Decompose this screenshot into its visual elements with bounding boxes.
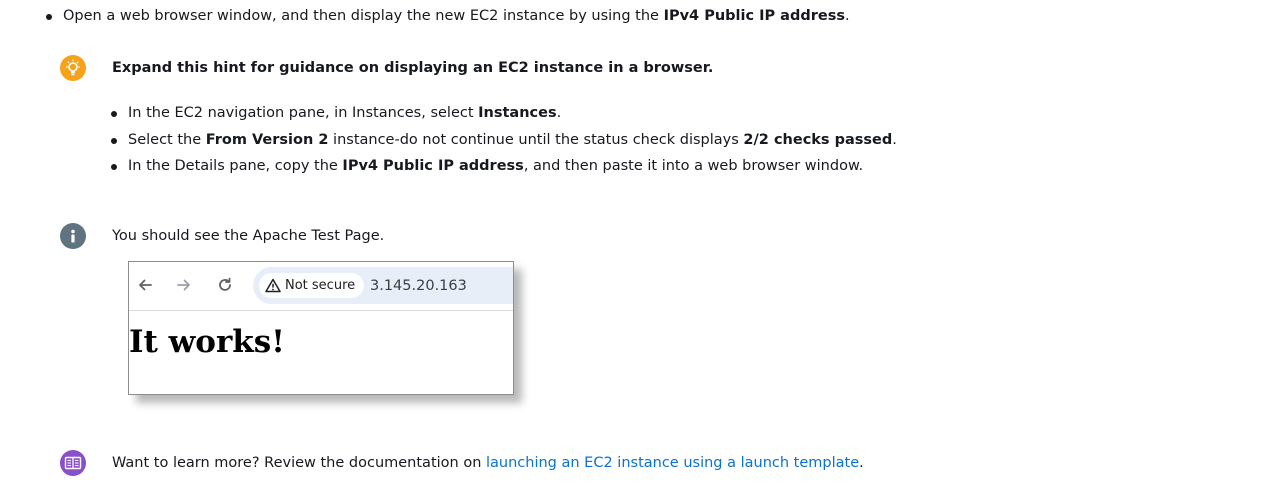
- hint-step-text: In the Details pane, copy the: [128, 158, 343, 174]
- hint-toggle[interactable]: Expand this hint for guidance on display…: [112, 58, 713, 78]
- hint-step-text-end: .: [556, 105, 562, 121]
- security-chip: Not secure: [259, 273, 365, 298]
- hint-step: Select the From Version 2 instance-do no…: [111, 130, 897, 157]
- info-message: You should see the Apache Test Page.: [112, 228, 385, 244]
- lightbulb-icon[interactable]: [60, 55, 86, 81]
- page-heading: It works!: [129, 324, 285, 360]
- hint-step-bold: Instances: [478, 105, 557, 121]
- security-label: Not secure: [285, 278, 356, 293]
- hint-step: In the EC2 navigation pane, in Instances…: [111, 103, 897, 130]
- step-text-end: .: [844, 8, 850, 24]
- learn-more-text: Want to learn more? Review the documenta…: [112, 453, 864, 473]
- hint-step-bold-2: 2/2 checks passed: [743, 131, 893, 148]
- hint-step-text-end: .: [892, 131, 897, 148]
- lab-instructions: Open a web browser window, and then disp…: [0, 0, 1277, 493]
- warning-icon: [265, 278, 281, 293]
- info-icon: [60, 223, 86, 249]
- hint-step-bold: From Version 2: [205, 131, 329, 148]
- book-icon: [60, 450, 86, 476]
- back-arrow-icon: [135, 275, 155, 295]
- hint-steps: In the EC2 navigation pane, in Instances…: [111, 103, 897, 183]
- url-text: 3.145.20.163: [370, 278, 467, 294]
- forward-arrow-icon: [174, 275, 194, 295]
- documentation-link[interactable]: launching an EC2 instance using a launch…: [486, 455, 859, 471]
- hint-step-text-mid: instance-do not continue until the statu…: [328, 131, 744, 148]
- browser-screenshot: Not secure 3.145.20.163 It works!: [128, 261, 514, 395]
- address-bar: Not secure 3.145.20.163: [253, 267, 513, 304]
- reload-icon: [215, 275, 235, 295]
- hint-step-text-end: , and then paste it into a web browser w…: [523, 158, 864, 174]
- step-bold-text: IPv4 Public IP address: [663, 8, 845, 24]
- learn-more-end: .: [859, 455, 864, 471]
- hint-step-text: Select the: [128, 131, 206, 148]
- hint-step-bold: IPv4 Public IP address: [342, 158, 524, 174]
- hint-step-text: In the EC2 navigation pane, in Instances…: [128, 105, 479, 121]
- browser-toolbar: Not secure 3.145.20.163: [129, 262, 513, 311]
- step-open-browser: Open a web browser window, and then disp…: [46, 6, 850, 26]
- learn-more-label: Want to learn more? Review the documenta…: [112, 455, 486, 471]
- step-text: Open a web browser window, and then disp…: [63, 8, 664, 24]
- hint-step: In the Details pane, copy the IPv4 Publi…: [111, 156, 897, 183]
